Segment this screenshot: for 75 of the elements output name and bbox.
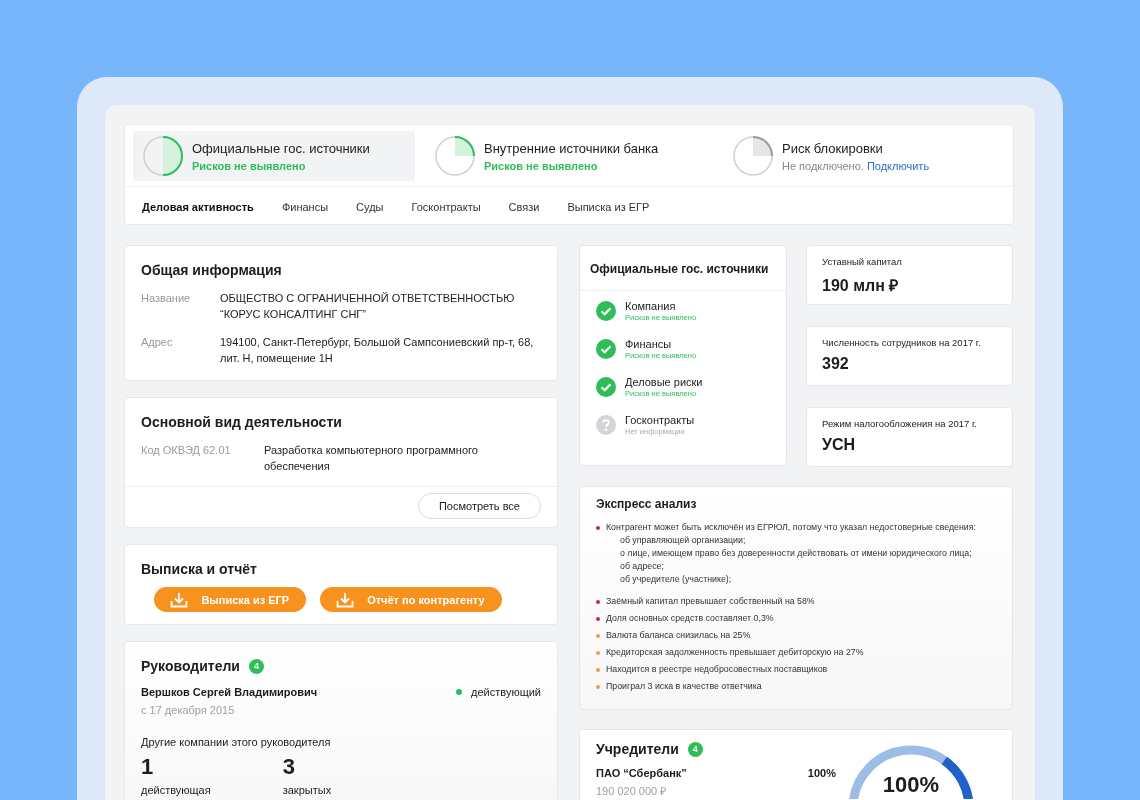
field-value: ОБЩЕСТВО С ОГРАНИЧЕННОЙ ОТВЕТСТВЕННОСТЬЮ “КОРУС КОНСАЛТИНГ СНГ” xyxy=(220,291,516,322)
tab[interactable]: Финансы xyxy=(281,201,329,213)
tab[interactable]: Выписка из ЕГР xyxy=(567,201,650,213)
analysis-text: Кредиторская задолженность превышает дебиторскую на 27% xyxy=(606,646,864,659)
source-title: Официальные гос. источники xyxy=(192,140,370,156)
section-title: Основной вид деятельности xyxy=(141,414,343,430)
analysis-text: об адресе; xyxy=(619,560,665,573)
section-title: Экспресс анализ xyxy=(596,497,698,511)
founder-name: ПАО “Сбербанк” xyxy=(596,767,687,779)
stat-label: Режим налогообложения на 2017 г. xyxy=(822,418,978,429)
stat-value: 392 xyxy=(822,355,850,373)
source-title: Внутренние источники банка xyxy=(484,140,659,156)
stat-label: закрытых xyxy=(282,784,332,796)
source-tile[interactable]: Официальные гос. источники Рисков не выявлено xyxy=(133,131,415,181)
tab[interactable]: Суды xyxy=(356,201,384,213)
section-title: Руководители xyxy=(141,658,240,674)
stat-value: 3 xyxy=(282,754,296,780)
analysis-text: Находится в реестре недобросовестных поставщиков xyxy=(606,663,828,676)
count-badge: 4 xyxy=(687,741,703,757)
status-dot xyxy=(456,689,463,695)
section-title: Учредители xyxy=(596,741,679,757)
source-tile[interactable]: Риск блокировки Не подключено. Подключить xyxy=(723,131,1005,181)
item-title: Финансы xyxy=(625,338,673,350)
date-text: с 17 декабря 2015 xyxy=(141,704,236,716)
tab[interactable]: Связи xyxy=(508,201,540,213)
source-tile[interactable]: Внутренние источники банка Рисков не выявлено xyxy=(425,131,707,181)
analysis-text: Контрагент может быть исключён из ЕГРЮЛ, потому что указал недостоверные сведения: xyxy=(606,521,976,534)
risk-gauge-icon xyxy=(143,136,183,176)
download-icon xyxy=(336,591,355,608)
check-icon xyxy=(596,301,616,321)
field-label: Адрес xyxy=(141,335,174,350)
section-title: Выписка и отчёт xyxy=(141,561,258,577)
subsection-title: Другие компании этого руководителя xyxy=(141,736,332,748)
analysis-text: Заёмный капитал превышает собственный на 58% xyxy=(606,595,815,608)
section-title: Официальные гос. источники xyxy=(580,246,786,291)
stat-label: Численность сотрудников на 2017 г. xyxy=(822,337,982,348)
download-icon xyxy=(170,591,189,608)
check-icon xyxy=(596,377,616,397)
tab[interactable]: Госконтракты xyxy=(411,201,481,213)
status-text: действующий xyxy=(471,686,541,698)
field-value: 194100, Санкт-Петербург, Большой Сампсониевский пр-т, 68, лит. Н, помещение 1Н xyxy=(220,335,535,366)
risk-gauge-icon xyxy=(435,136,475,176)
check-icon xyxy=(596,339,616,359)
item-title: Госконтракты xyxy=(625,414,695,426)
section-title: Общая информация xyxy=(141,262,283,278)
question-icon xyxy=(596,415,616,435)
stat-value: 1 xyxy=(141,754,155,780)
view-all-button[interactable]: Посмотреть все xyxy=(417,493,541,519)
tab[interactable]: Деловая активность xyxy=(142,201,254,213)
status-text: Не подключено. xyxy=(782,159,864,172)
field-value: Разработка компьютерного программного обеспечения xyxy=(264,443,479,474)
status-text: Рисков не выявлено xyxy=(192,159,306,172)
stat-label: Уставный капитал xyxy=(822,256,903,267)
chart-label: 100% xyxy=(881,773,941,797)
analysis-text: Валюта баланса снизилась на 25% xyxy=(606,629,751,642)
risk-gauge-icon xyxy=(733,136,773,176)
stat-label: действующая xyxy=(141,784,211,796)
item-title: Компания xyxy=(625,300,677,312)
status-text: Рисков не выявлено xyxy=(484,159,598,172)
count-badge: 4 xyxy=(248,658,264,674)
connect-link[interactable]: Подключить xyxy=(866,159,930,172)
stat-value: УСН xyxy=(822,436,857,454)
source-title: Риск блокировки xyxy=(782,140,884,156)
stat-value: 190 млн ₽ xyxy=(822,276,900,296)
analysis-text: Доля основных средств составляет 0,3% xyxy=(606,612,774,625)
item-title: Деловые риски xyxy=(625,376,703,388)
analysis-text: Проиграл 3 иска в качестве ответчика xyxy=(606,680,762,693)
person-name: Вершков Сергей Владимирович xyxy=(141,686,318,698)
amount-text: 190 020 000 ₽ xyxy=(596,784,668,798)
analysis-text: о лице, имеющем право без доверенности действовать от имени юридического лица; xyxy=(619,547,973,560)
field-label: Название xyxy=(141,291,192,306)
analysis-text: об управляющей организации; xyxy=(619,534,747,547)
analysis-text: об учредителе (участнике); xyxy=(619,573,733,586)
share-value: 100% xyxy=(807,767,836,779)
field-label: Код ОКВЭД 62.01 xyxy=(141,443,232,458)
